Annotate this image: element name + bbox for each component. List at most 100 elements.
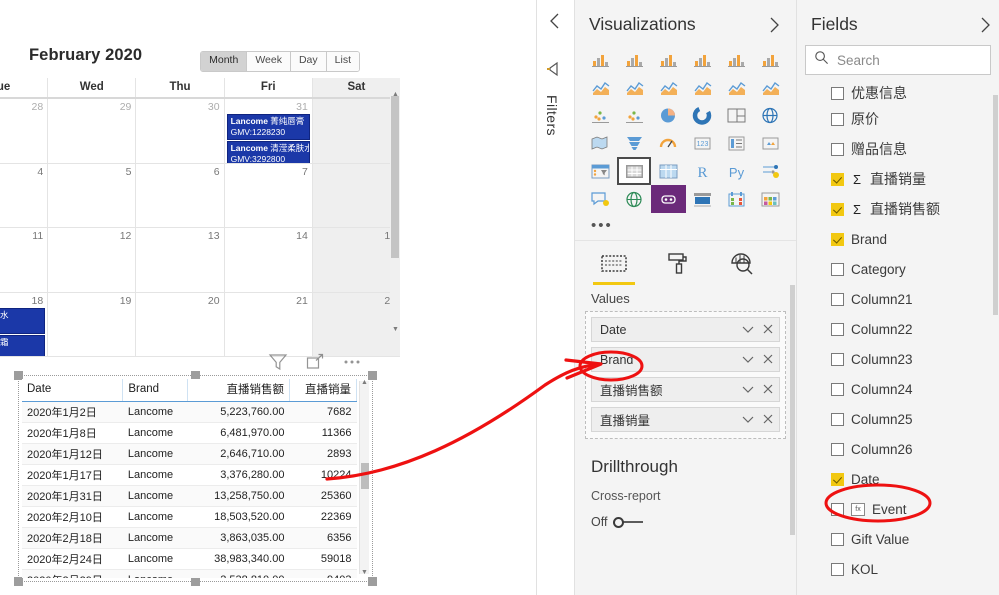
stacked-bar-chart-icon[interactable] xyxy=(583,45,617,73)
filled-map-icon[interactable] xyxy=(583,129,617,157)
cross-report-toggle[interactable] xyxy=(613,516,644,528)
calendar-view-list[interactable]: List xyxy=(326,52,359,71)
waterfall-chart-icon[interactable] xyxy=(583,101,617,129)
calendar-day-cell[interactable]: 31 Lancome 菁纯唇膏 GMV:1228230 Lancome 清滢柔肤水 GM… xyxy=(223,99,312,163)
calendar-day-cell[interactable]: 6 xyxy=(135,163,224,227)
value-well-item[interactable]: 直播销售额 xyxy=(591,377,780,402)
calendar-day-cell[interactable]: 20 xyxy=(135,292,224,356)
scatter-chart-icon[interactable] xyxy=(617,101,651,129)
field-item-KOL[interactable]: KOL xyxy=(797,554,999,584)
ribbon-chart-icon[interactable] xyxy=(754,73,788,101)
value-well-item[interactable]: 直播销量 xyxy=(591,407,780,432)
funnel-chart-icon[interactable] xyxy=(617,129,651,157)
tab-analytics[interactable] xyxy=(725,247,759,281)
field-item-赠品信息[interactable]: 赠品信息 xyxy=(797,134,999,164)
calendar-day-cell[interactable]: 11 xyxy=(0,228,48,292)
field-checkbox[interactable] xyxy=(831,442,844,456)
search-box[interactable]: Search xyxy=(805,45,991,75)
field-checkbox[interactable] xyxy=(831,262,844,276)
column-header[interactable]: Brand xyxy=(122,379,189,402)
chevron-down-icon[interactable] xyxy=(742,353,754,367)
chevron-right-icon[interactable] xyxy=(977,16,993,39)
field-item-优惠信息[interactable]: 优惠信息 xyxy=(797,82,999,104)
field-checkbox[interactable] xyxy=(831,112,844,126)
table-scroll-down-arrow[interactable]: ▼ xyxy=(361,569,368,576)
calendar-view-month[interactable]: Month xyxy=(201,52,248,71)
chevron-left-icon[interactable] xyxy=(547,12,563,35)
chevron-down-icon[interactable] xyxy=(742,413,754,427)
table-row[interactable]: 2020年2月29日Lancome2,538,810.009403 xyxy=(22,569,357,578)
visual-header-icons[interactable] xyxy=(268,352,362,372)
resize-handle-br[interactable] xyxy=(368,577,377,586)
field-item-直播销量[interactable]: Σ 直播销量 xyxy=(797,164,999,194)
field-checkbox[interactable] xyxy=(831,202,844,216)
field-item-直播销售额[interactable]: Σ 直播销售额 xyxy=(797,194,999,224)
table-scroll-up-arrow[interactable]: ▲ xyxy=(361,379,368,386)
field-item-Column21[interactable]: Column21 xyxy=(797,284,999,314)
fields-scrollbar[interactable] xyxy=(993,95,998,315)
focus-mode-icon[interactable] xyxy=(305,352,325,372)
fields-list[interactable]: 优惠信息 原价 赠品信息 Σ 直播销量 Σ 直播销售额 Brand Category Column… xyxy=(797,82,999,584)
column-header[interactable]: 直播销量 xyxy=(289,379,357,402)
calendar-day-cell[interactable]: 18玫瑰轻透水620玫瑰延颜霜界 xyxy=(0,292,48,356)
chevron-right-icon[interactable] xyxy=(766,16,782,39)
calendar-day-cell[interactable]: 14 xyxy=(223,228,312,292)
field-item-Column22[interactable]: Column22 xyxy=(797,314,999,344)
table-row[interactable]: 2020年1月17日 Lancome 3,376,280.00 10224 xyxy=(22,464,357,486)
table-row[interactable]: 2020年1月2日 Lancome 5,223,760.00 7682 xyxy=(22,401,357,423)
table-row[interactable]: 2020年2月24日 Lancome 38,983,340.00 59018 xyxy=(22,548,357,570)
field-checkbox[interactable] xyxy=(831,532,844,546)
data-table[interactable]: Date Brand 直播销售额 直播销量 2020年1月2日 Lancome 5,223… xyxy=(22,379,357,578)
pie-chart-icon[interactable] xyxy=(651,101,685,129)
filter-icon[interactable] xyxy=(268,352,288,372)
field-item-Column24[interactable]: Column24 xyxy=(797,374,999,404)
treemap-icon[interactable] xyxy=(720,101,754,129)
calendar-day-cell[interactable]: 28 xyxy=(0,99,48,163)
field-item-Category[interactable]: Category xyxy=(797,254,999,284)
field-checkbox[interactable] xyxy=(831,292,844,306)
resize-handle-bc[interactable] xyxy=(191,577,200,586)
field-checkbox[interactable] xyxy=(831,172,844,186)
tab-format[interactable] xyxy=(661,247,695,281)
search-input[interactable]: Search xyxy=(837,53,880,68)
qna-visual-icon[interactable] xyxy=(583,185,617,213)
multi-row-card-icon[interactable] xyxy=(720,129,754,157)
values-well-container[interactable]: Date Brand 直播销售额 直播销量 xyxy=(585,311,786,439)
calendar-view-switcher[interactable]: Month Week Day List xyxy=(200,51,360,72)
field-checkbox[interactable] xyxy=(831,142,844,156)
field-checkbox[interactable] xyxy=(831,232,844,246)
calendar-day-cell[interactable]: 21 xyxy=(223,292,312,356)
field-checkbox[interactable] xyxy=(831,472,844,486)
calendar-event[interactable]: Lancome 清滢柔肤水 GMV:3292800 xyxy=(226,141,310,163)
table-row[interactable]: 2020年2月18日 Lancome 3,863,035.00 6356 xyxy=(22,527,357,549)
chevron-down-icon[interactable] xyxy=(742,323,754,337)
table-row[interactable]: 2020年1月8日 Lancome 6,481,970.00 11366 xyxy=(22,422,357,444)
arcgis-map-icon[interactable] xyxy=(617,185,651,213)
calendar-day-cell[interactable]: 8 xyxy=(311,163,401,227)
field-item-Brand[interactable]: Brand xyxy=(797,224,999,254)
more-visuals-ellipsis[interactable]: ••• xyxy=(575,213,796,240)
calendar-event[interactable]: 玫瑰延颜霜界 xyxy=(0,334,46,356)
clustered-column-chart-icon[interactable] xyxy=(686,45,720,73)
python-visual-icon[interactable]: Py xyxy=(720,157,754,185)
field-item-Gift Value[interactable]: Gift Value xyxy=(797,524,999,554)
donut-chart-icon[interactable] xyxy=(686,101,720,129)
line-and-clustered-column-chart-icon[interactable] xyxy=(720,73,754,101)
key-influencers-icon[interactable] xyxy=(754,157,788,185)
value-well-item[interactable]: Brand xyxy=(591,347,780,372)
field-checkbox[interactable] xyxy=(831,352,844,366)
field-checkbox[interactable] xyxy=(831,86,844,100)
calendar-day-cell[interactable]: 29 xyxy=(47,99,136,163)
toggle-knob[interactable] xyxy=(613,516,625,528)
calendar-scrollbar[interactable]: ▲ ▼ xyxy=(390,91,400,333)
line-chart-icon[interactable] xyxy=(583,73,617,101)
column-header[interactable]: Date xyxy=(22,379,124,402)
matrix-icon[interactable] xyxy=(651,157,685,185)
calendar-day-cell[interactable]: 15 xyxy=(311,228,401,292)
calendar-day-cell[interactable]: 30 xyxy=(135,99,224,163)
calendar-day-cell[interactable]: 12 xyxy=(47,228,136,292)
calendar-grid[interactable]: 28 29 30 31 Lancome 菁纯唇膏 GMV:1228230 Lancome 清… xyxy=(0,98,401,357)
card-icon[interactable]: 123 xyxy=(686,129,720,157)
calendar-visual[interactable]: February 2020 Month Week Day List ue Wed Thu F… xyxy=(0,36,401,358)
stacked-area-chart-icon[interactable] xyxy=(651,73,685,101)
